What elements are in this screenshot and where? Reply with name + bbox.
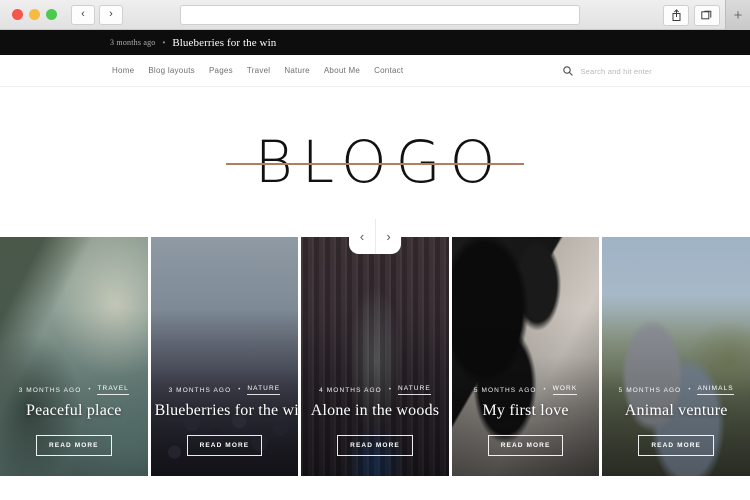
browser-chrome: ‹ › + — [0, 0, 750, 30]
read-more-button[interactable]: Read More — [186, 435, 263, 456]
site-navigation: Home Blog layouts Pages Travel Nature Ab… — [0, 55, 750, 87]
featured-card[interactable]: 5 Months Ago • Animals Animal venture Re… — [602, 237, 750, 476]
card-title[interactable]: My first love — [456, 402, 596, 420]
card-separator: • — [238, 387, 241, 394]
new-tab-button[interactable]: + — [725, 0, 750, 30]
search-input[interactable]: Search and hit enter — [580, 67, 652, 76]
card-date: 5 Months Ago — [473, 386, 537, 394]
close-window-button[interactable] — [12, 9, 23, 20]
card-date: 5 Months Ago — [618, 386, 682, 394]
carousel-next-button[interactable]: › — [375, 219, 401, 254]
nav-item-travel[interactable]: Travel — [247, 66, 270, 75]
nav-item-about-me[interactable]: About Me — [324, 66, 360, 75]
nav-menu: Home Blog layouts Pages Travel Nature Ab… — [0, 66, 403, 75]
logo-section: BLOGO — [0, 87, 750, 237]
share-icon[interactable] — [663, 4, 689, 26]
featured-card[interactable]: 3 Months Ago • Nature Blueberries for th… — [150, 237, 299, 476]
logo-strikethrough-rule — [225, 163, 525, 166]
card-separator: • — [543, 387, 546, 394]
carousel-prev-button[interactable]: ‹ — [349, 219, 375, 254]
card-separator: • — [388, 387, 391, 394]
card-meta: 4 Months Ago • Nature — [305, 385, 445, 396]
card-category[interactable]: Nature — [247, 385, 281, 396]
card-title[interactable]: Peaceful place — [4, 402, 144, 420]
site-logo[interactable]: BLOGO — [225, 128, 525, 196]
card-content: 5 Months Ago • Work My first love Read M… — [452, 385, 600, 456]
news-ticker-bar: 3 months ago • Blueberries for the win — [0, 30, 750, 55]
card-meta: 5 Months Ago • Work — [456, 385, 596, 396]
card-title[interactable]: Animal venture — [606, 402, 746, 420]
card-title[interactable]: Blueberries for the win — [155, 402, 299, 420]
read-more-button[interactable]: Read More — [35, 435, 112, 456]
ticker-headline[interactable]: Blueberries for the win — [172, 37, 276, 49]
nav-item-home[interactable]: Home — [112, 66, 134, 75]
card-meta: 5 Months Ago • Animals — [606, 385, 746, 396]
card-title[interactable]: Alone in the woods — [305, 402, 445, 420]
forward-button[interactable]: › — [99, 4, 123, 25]
card-category[interactable]: Animals — [697, 385, 734, 396]
read-more-button[interactable]: Read More — [337, 435, 413, 456]
nav-item-blog-layouts[interactable]: Blog layouts — [148, 66, 195, 75]
featured-card[interactable]: 4 Months Ago • Nature Alone in the woods… — [301, 237, 449, 476]
card-date: 3 Months Ago — [168, 386, 232, 394]
card-date: 3 Months Ago — [18, 386, 82, 394]
tabs-icon[interactable] — [694, 4, 720, 26]
nav-item-pages[interactable]: Pages — [209, 66, 233, 75]
zoom-window-button[interactable] — [46, 9, 57, 20]
card-category[interactable]: Nature — [397, 385, 431, 396]
window-traffic-lights — [12, 9, 57, 20]
address-bar[interactable] — [180, 4, 580, 25]
card-content: 4 Months Ago • Nature Alone in the woods… — [301, 385, 449, 456]
ticker-separator: • — [162, 38, 166, 47]
search-area[interactable]: Search and hit enter — [563, 55, 652, 87]
card-content: 5 Months Ago • Animals Animal venture Re… — [602, 385, 750, 456]
back-button[interactable]: ‹ — [71, 4, 95, 25]
logo-text: BLOGO — [254, 128, 505, 196]
card-category[interactable]: Travel — [97, 385, 129, 396]
search-icon[interactable] — [563, 66, 574, 76]
featured-card[interactable]: 5 Months Ago • Work My first love Read M… — [451, 237, 600, 476]
card-category[interactable]: Work — [552, 385, 578, 396]
card-content: 3 Months Ago • Nature Blueberries for th… — [151, 385, 299, 456]
card-separator: • — [88, 387, 91, 394]
ticker-timestamp: 3 months ago — [110, 38, 156, 47]
minimize-window-button[interactable] — [29, 9, 40, 20]
card-meta: 3 Months Ago • Travel — [4, 385, 144, 396]
browser-nav-buttons: ‹ › — [71, 4, 123, 25]
card-meta: 3 Months Ago • Nature — [155, 385, 295, 396]
nav-item-nature[interactable]: Nature — [284, 66, 310, 75]
carousel-controls: ‹ › — [349, 219, 401, 254]
nav-item-contact[interactable]: Contact — [374, 66, 403, 75]
card-separator: • — [688, 387, 691, 394]
featured-card[interactable]: 3 Months Ago • Travel Peaceful place Rea… — [0, 237, 148, 476]
featured-cards: 3 Months Ago • Travel Peaceful place Rea… — [0, 237, 750, 476]
card-date: 4 Months Ago — [319, 386, 382, 394]
browser-toolbar-right: + — [663, 0, 750, 30]
read-more-button[interactable]: Read More — [487, 435, 564, 456]
read-more-button[interactable]: Read More — [638, 435, 714, 456]
card-content: 3 Months Ago • Travel Peaceful place Rea… — [0, 385, 148, 456]
featured-carousel: ‹ › 3 Months Ago • Travel Peaceful place… — [0, 219, 750, 476]
